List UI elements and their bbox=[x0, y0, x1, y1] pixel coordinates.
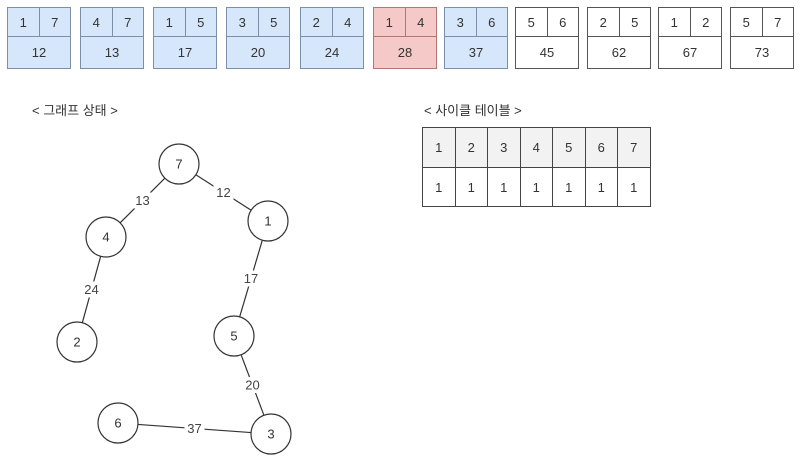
edge-weight-label: 20 bbox=[245, 378, 259, 393]
edge-weight-label: 24 bbox=[84, 282, 98, 297]
node-label: 7 bbox=[175, 157, 182, 172]
node-label: 1 bbox=[264, 214, 271, 229]
edge-weight-label: 12 bbox=[216, 185, 230, 200]
graph-node-3: 3 bbox=[250, 413, 292, 455]
graph-node-2: 2 bbox=[56, 321, 98, 363]
node-label: 6 bbox=[114, 416, 121, 431]
graph-node-7: 7 bbox=[158, 143, 200, 185]
node-label: 2 bbox=[73, 335, 80, 350]
edge-weight-label: 17 bbox=[244, 271, 258, 286]
node-label: 5 bbox=[230, 329, 237, 344]
graph-node-1: 1 bbox=[247, 200, 289, 242]
graph-diagram: 1312241720377412 563 bbox=[56, 143, 292, 455]
node-label: 4 bbox=[102, 230, 109, 245]
edge-weight-label: 13 bbox=[135, 193, 149, 208]
edge-weight-label: 37 bbox=[187, 421, 201, 436]
graph-node-5: 5 bbox=[213, 315, 255, 357]
graph-node-4: 4 bbox=[85, 216, 127, 258]
graph-node-6: 6 bbox=[97, 402, 139, 444]
node-label: 3 bbox=[267, 427, 274, 442]
